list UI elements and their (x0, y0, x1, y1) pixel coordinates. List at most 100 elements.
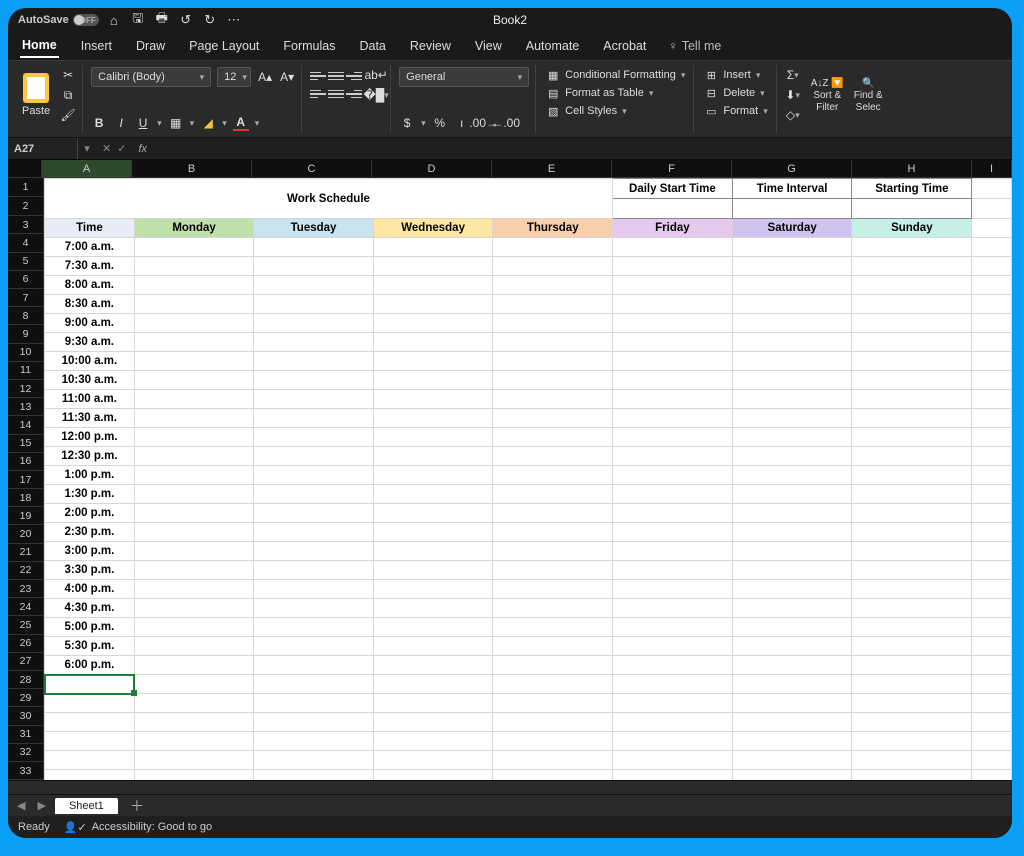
cell-r5-c7[interactable] (852, 257, 972, 276)
column-header-C[interactable]: C (252, 160, 372, 177)
cell-r16-c6[interactable] (732, 466, 852, 485)
more-icon[interactable]: ⋯ (227, 13, 241, 27)
cell-r20-c4[interactable] (493, 542, 613, 561)
format-painter-icon[interactable]: 🖌 (60, 107, 76, 123)
cell-r11-c7[interactable] (852, 371, 972, 390)
cell-r7-c8[interactable] (972, 295, 1012, 314)
work-schedule-title[interactable]: Work Schedule (45, 179, 613, 219)
cell-r22-c0[interactable]: 4:00 p.m. (45, 580, 135, 599)
cell-r13-c8[interactable] (972, 409, 1012, 428)
cell-r24-c8[interactable] (972, 618, 1012, 637)
time-header[interactable]: Time (45, 219, 135, 238)
cell-r23-c6[interactable] (732, 599, 852, 618)
cell-r25-c3[interactable] (373, 637, 493, 656)
cell-r23-c8[interactable] (972, 599, 1012, 618)
cell-r25-c7[interactable] (852, 637, 972, 656)
cell-r26-c8[interactable] (972, 656, 1012, 675)
cell-r32-c6[interactable] (732, 770, 852, 781)
cell-r27-c2[interactable] (254, 675, 374, 694)
cell-r12-c5[interactable] (612, 390, 732, 409)
cell-r27-c1[interactable] (134, 675, 253, 694)
cell-r14-c3[interactable] (373, 428, 493, 447)
row-header-11[interactable]: 11 (8, 362, 44, 380)
cell-r14-c2[interactable] (254, 428, 374, 447)
cell-r17-c0[interactable]: 1:30 p.m. (45, 485, 135, 504)
cell-r6-c2[interactable] (254, 276, 374, 295)
tab-review[interactable]: Review (408, 35, 453, 57)
cell-r12-c3[interactable] (373, 390, 493, 409)
cell-r17-c5[interactable] (612, 485, 732, 504)
column-header-A[interactable]: A (42, 160, 132, 177)
cell-r6-c5[interactable] (612, 276, 732, 295)
cell-r23-c1[interactable] (134, 599, 253, 618)
cell-r10-c2[interactable] (254, 352, 374, 371)
row-header-27[interactable]: 27 (8, 653, 44, 671)
cell-r5-c0[interactable]: 7:30 a.m. (45, 257, 135, 276)
cell-r15-c5[interactable] (612, 447, 732, 466)
row-header-13[interactable]: 13 (8, 398, 44, 416)
cell-r26-c3[interactable] (373, 656, 493, 675)
cell-r16-c8[interactable] (972, 466, 1012, 485)
cell-r22-c1[interactable] (134, 580, 253, 599)
name-box[interactable]: A27 (8, 138, 78, 159)
save-icon[interactable]: 🖫 (131, 13, 145, 27)
cell-styles-button[interactable]: ▧Cell Styles ▾ (544, 103, 687, 119)
column-header-F[interactable]: F (612, 160, 732, 177)
cell-r11-c3[interactable] (373, 371, 493, 390)
autosum-icon[interactable]: Σ ▾ (785, 67, 801, 83)
day-header-wednesday[interactable]: Wednesday (373, 219, 493, 238)
column-header-D[interactable]: D (372, 160, 492, 177)
cell-r7-c4[interactable] (493, 295, 613, 314)
tab-formulas[interactable]: Formulas (281, 35, 337, 57)
currency-icon[interactable]: $ (399, 115, 415, 131)
cell-r2-c8[interactable] (972, 199, 1012, 219)
cell-r9-c7[interactable] (852, 333, 972, 352)
day-header-saturday[interactable]: Saturday (732, 219, 852, 238)
cell-r5-c8[interactable] (972, 257, 1012, 276)
cell-r6-c4[interactable] (493, 276, 613, 295)
cell-r28-c8[interactable] (972, 694, 1012, 713)
row-header-7[interactable]: 7 (8, 289, 44, 307)
cell-r29-c4[interactable] (493, 713, 613, 732)
wrap-text-icon[interactable]: ab↵ (368, 67, 384, 83)
cell-r9-c8[interactable] (972, 333, 1012, 352)
cell-r32-c2[interactable] (254, 770, 374, 781)
merge-icon[interactable]: �█ ▾ (368, 87, 384, 103)
chevron-down-icon[interactable]: ▾ (190, 118, 195, 129)
cell-r31-c5[interactable] (612, 751, 732, 770)
tab-insert[interactable]: Insert (79, 35, 114, 57)
cell-r32-c0[interactable] (45, 770, 135, 781)
cell-r24-c1[interactable] (134, 618, 253, 637)
tab-page-layout[interactable]: Page Layout (187, 35, 261, 57)
row-header-19[interactable]: 19 (8, 507, 44, 525)
cell-r20-c3[interactable] (373, 542, 493, 561)
cell-r2-c5[interactable] (612, 199, 732, 219)
cell-r28-c4[interactable] (493, 694, 613, 713)
cell-r7-c3[interactable] (373, 295, 493, 314)
row-header-1[interactable]: 1 (8, 178, 44, 197)
cell-r15-c1[interactable] (134, 447, 253, 466)
tab-data[interactable]: Data (357, 35, 387, 57)
cancel-formula-icon[interactable]: ✕ (102, 142, 111, 155)
cell-r19-c1[interactable] (134, 523, 253, 542)
cell-r30-c3[interactable] (373, 732, 493, 751)
cells-area[interactable]: Work ScheduleDaily Start TimeTime Interv… (44, 178, 1012, 780)
cell-r8-c1[interactable] (134, 314, 253, 333)
cell-r31-c7[interactable] (852, 751, 972, 770)
cell-r9-c0[interactable]: 9:30 a.m. (45, 333, 135, 352)
cell-r32-c8[interactable] (972, 770, 1012, 781)
cell-r14-c8[interactable] (972, 428, 1012, 447)
cell-r31-c3[interactable] (373, 751, 493, 770)
cell-r25-c6[interactable] (732, 637, 852, 656)
print-icon[interactable]: 🖶 (155, 13, 169, 27)
cell-r22-c7[interactable] (852, 580, 972, 599)
format-as-table-button[interactable]: ▤Format as Table ▾ (544, 85, 687, 101)
cell-r6-c3[interactable] (373, 276, 493, 295)
cell-r28-c5[interactable] (612, 694, 732, 713)
cell-r27-c4[interactable] (493, 675, 613, 694)
horizontal-scrollbar[interactable] (8, 780, 1012, 794)
add-sheet-button[interactable]: ＋ (124, 796, 150, 816)
cell-r30-c5[interactable] (612, 732, 732, 751)
row-header-30[interactable]: 30 (8, 707, 44, 725)
cell-r5-c2[interactable] (254, 257, 374, 276)
